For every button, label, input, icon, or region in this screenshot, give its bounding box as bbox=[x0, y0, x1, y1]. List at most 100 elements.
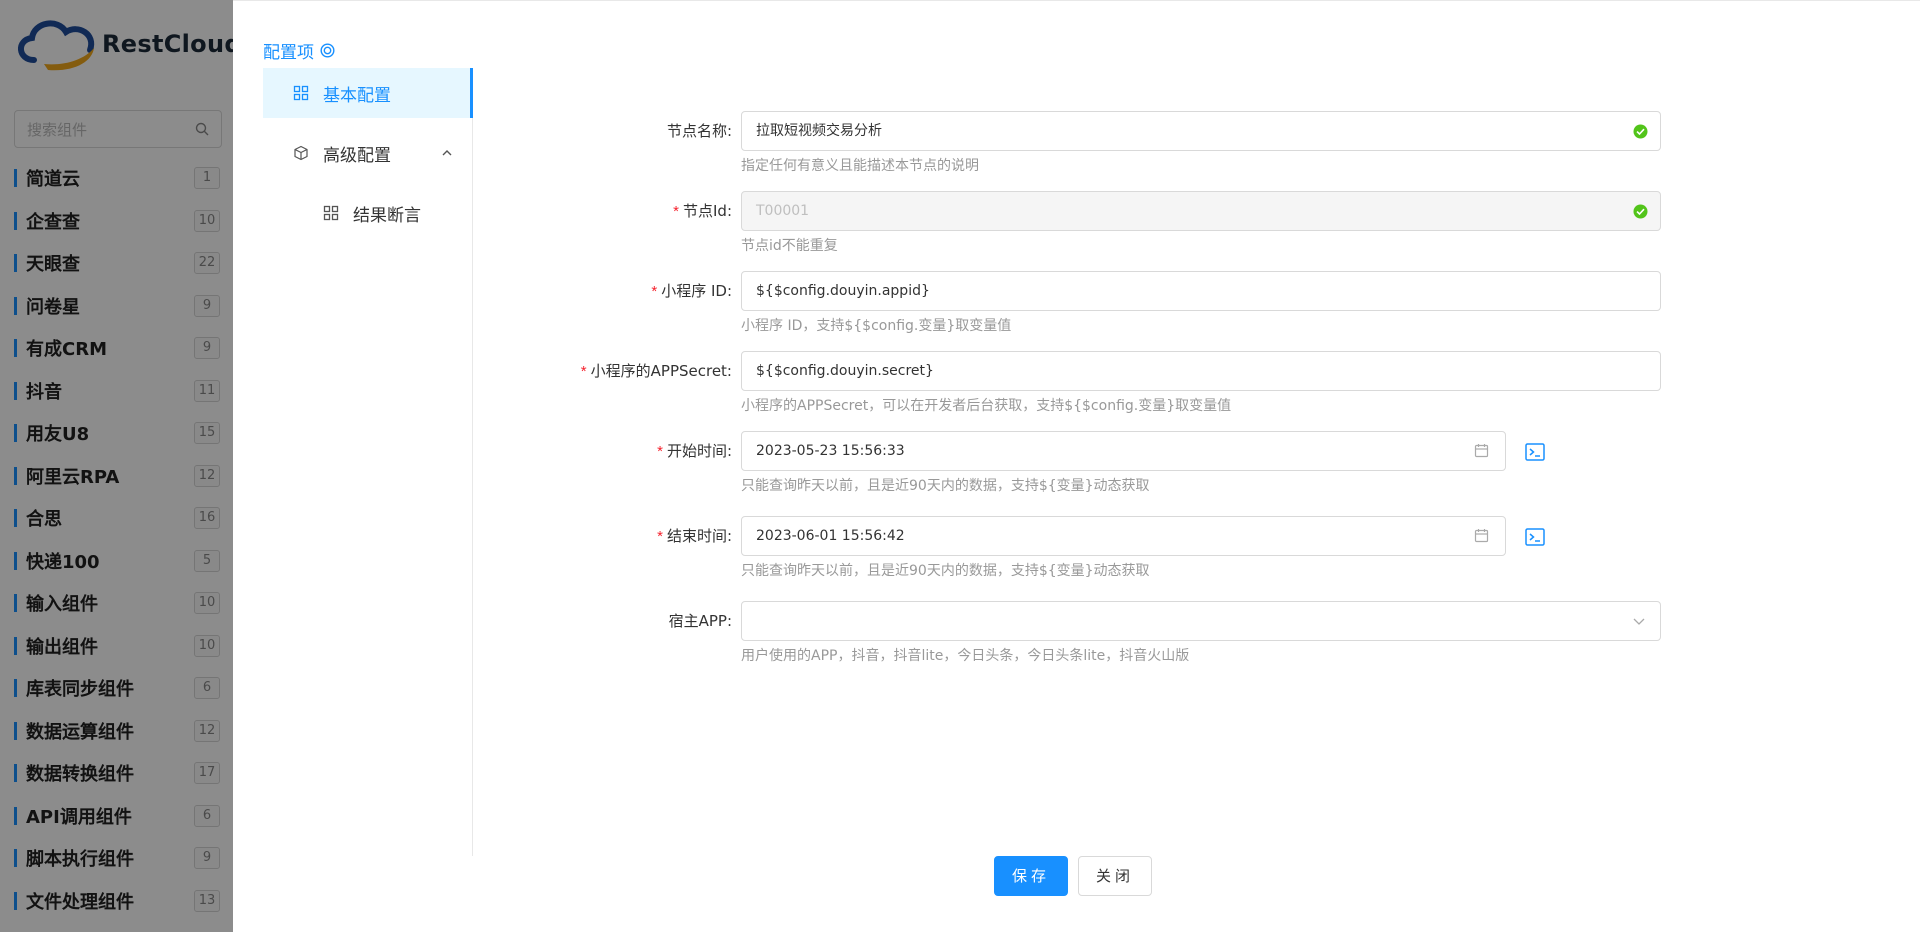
category-item[interactable]: 库表同步组件 6 bbox=[14, 667, 220, 710]
start-time-picker[interactable]: 2023-05-23 15:56:33 bbox=[741, 431, 1506, 471]
category-label: API调用组件 bbox=[26, 806, 132, 828]
node-id-help: 节点id不能重复 bbox=[741, 238, 838, 254]
calendar-icon bbox=[1474, 529, 1489, 543]
grid-icon bbox=[293, 85, 309, 101]
menu-label-advanced: 高级配置 bbox=[323, 145, 391, 166]
config-title-text: 配置项 bbox=[263, 43, 314, 63]
app-secret-input[interactable]: ${$config.douyin.secret} bbox=[741, 351, 1661, 391]
node-name-label: 节点名称: bbox=[666, 122, 732, 140]
close-button[interactable]: 关闭 bbox=[1078, 856, 1152, 896]
category-label: 抖音 bbox=[26, 381, 62, 403]
category-item[interactable]: 简道云 1 bbox=[14, 157, 220, 200]
node-name-input[interactable]: 拉取短视频交易分析 bbox=[741, 111, 1661, 151]
category-item[interactable]: 企查查 10 bbox=[14, 200, 220, 243]
category-item[interactable]: 用友U8 15 bbox=[14, 412, 220, 455]
terminal-icon[interactable] bbox=[1524, 441, 1546, 463]
app-secret-help: 小程序的APPSecret，可以在开发者后台获取，支持${$config.变量}… bbox=[741, 398, 1232, 414]
category-item[interactable]: API调用组件 6 bbox=[14, 795, 220, 838]
category-label: 用友U8 bbox=[26, 424, 90, 446]
host-app-help: 用户使用的APP，抖音，抖音lite，今日头条，今日头条lite，抖音火山版 bbox=[741, 648, 1190, 664]
terminal-icon[interactable] bbox=[1524, 526, 1546, 548]
category-item[interactable]: 脚本执行组件 9 bbox=[14, 837, 220, 880]
component-sidebar: RestCloud 搜索组件 简道云 1 企查查 10 天眼查 22 问卷星 9 有成C… bbox=[0, 0, 233, 932]
config-menu: 基本配置 高级配置 结果断言 bbox=[263, 68, 473, 856]
drawer-top-border bbox=[233, 0, 1920, 1]
app-id-help: 小程序 ID，支持${$config.变量}取变量值 bbox=[741, 318, 1012, 334]
category-item[interactable]: 输入组件 10 bbox=[14, 582, 220, 625]
node-id-label: * 节点Id: bbox=[673, 202, 732, 220]
category-count: 11 bbox=[194, 379, 220, 402]
category-label: 数据转换组件 bbox=[26, 764, 134, 786]
node-id-value: T00001 bbox=[756, 203, 810, 219]
category-count: 9 bbox=[194, 337, 220, 360]
category-item[interactable]: 数据运算组件 12 bbox=[14, 710, 220, 753]
end-time-label: * 结束时间: bbox=[657, 527, 732, 545]
cloud-logo-icon bbox=[18, 20, 95, 71]
category-item[interactable]: 输出组件 10 bbox=[14, 625, 220, 668]
category-item[interactable]: 天眼查 22 bbox=[14, 242, 220, 285]
category-count: 13 bbox=[194, 889, 220, 912]
category-label: 库表同步组件 bbox=[26, 679, 134, 701]
menu-label-basic: 基本配置 bbox=[323, 85, 391, 106]
search-placeholder: 搜索组件 bbox=[27, 120, 88, 139]
category-item[interactable]: 数据转换组件 17 bbox=[14, 752, 220, 795]
category-item[interactable]: 有成CRM 9 bbox=[14, 327, 220, 370]
app-secret-label: * 小程序的APPSecret: bbox=[580, 362, 732, 380]
category-label: 文件处理组件 bbox=[26, 891, 134, 913]
end-time-help: 只能查询昨天以前，且是近90天内的数据，支持${变量}动态获取 bbox=[741, 563, 1150, 579]
host-app-select[interactable] bbox=[741, 601, 1661, 641]
category-count: 6 bbox=[194, 804, 220, 827]
category-label: 有成CRM bbox=[26, 339, 107, 361]
category-label: 数据运算组件 bbox=[26, 721, 134, 743]
menu-item-advanced[interactable]: 高级配置 bbox=[263, 128, 473, 178]
category-count: 10 bbox=[194, 634, 220, 657]
category-label: 问卷星 bbox=[26, 296, 80, 318]
menu-item-assert[interactable]: 结果断言 bbox=[263, 188, 473, 238]
category-label: 天眼查 bbox=[26, 254, 80, 276]
cube-icon bbox=[294, 145, 308, 161]
check-circle-icon bbox=[1633, 204, 1648, 219]
start-time-help: 只能查询昨天以前，且是近90天内的数据，支持${变量}动态获取 bbox=[741, 478, 1150, 494]
category-count: 5 bbox=[194, 549, 220, 572]
node-id-input: T00001 bbox=[741, 191, 1661, 231]
category-count: 1 bbox=[194, 167, 220, 190]
category-item[interactable]: 文件处理组件 13 bbox=[14, 880, 220, 923]
check-circle-icon bbox=[1633, 124, 1648, 139]
category-label: 脚本执行组件 bbox=[26, 849, 134, 871]
category-item[interactable]: 合思 16 bbox=[14, 497, 220, 540]
target-icon bbox=[320, 43, 335, 58]
host-app-label: 宿主APP: bbox=[668, 612, 732, 630]
save-button[interactable]: 保存 bbox=[994, 856, 1068, 896]
chevron-up-icon[interactable] bbox=[441, 147, 453, 159]
category-item[interactable]: 抖音 11 bbox=[14, 370, 220, 413]
category-count: 10 bbox=[194, 209, 220, 232]
app-id-input[interactable]: ${$config.douyin.appid} bbox=[741, 271, 1661, 311]
category-count: 17 bbox=[194, 762, 220, 785]
category-count: 22 bbox=[194, 252, 220, 275]
category-count: 12 bbox=[194, 464, 220, 487]
grid-icon bbox=[323, 205, 339, 221]
category-item[interactable]: 快递100 5 bbox=[14, 540, 220, 583]
category-label: 企查查 bbox=[26, 211, 80, 233]
chevron-down-icon bbox=[1633, 618, 1645, 625]
category-count: 12 bbox=[194, 719, 220, 742]
end-time-picker[interactable]: 2023-06-01 15:56:42 bbox=[741, 516, 1506, 556]
category-count: 6 bbox=[194, 677, 220, 700]
component-search-input[interactable]: 搜索组件 bbox=[14, 110, 222, 148]
category-count: 9 bbox=[194, 847, 220, 870]
category-label: 合思 bbox=[26, 509, 62, 531]
menu-item-basic[interactable]: 基本配置 bbox=[263, 68, 473, 118]
category-label: 输入组件 bbox=[26, 594, 98, 616]
category-count: 9 bbox=[194, 294, 220, 317]
category-label: 阿里云RPA bbox=[26, 466, 120, 488]
category-label: 输出组件 bbox=[26, 636, 98, 658]
end-time-value: 2023-06-01 15:56:42 bbox=[756, 528, 905, 544]
category-item[interactable]: 问卷星 9 bbox=[14, 285, 220, 328]
node-name-help: 指定任何有意义且能描述本节点的说明 bbox=[741, 158, 979, 174]
brand-name: RestCloud bbox=[102, 30, 233, 58]
app-id-value: ${$config.douyin.appid} bbox=[756, 283, 930, 299]
menu-label-assert: 结果断言 bbox=[353, 205, 421, 226]
brand-logo: RestCloud bbox=[14, 14, 233, 74]
category-item[interactable]: 阿里云RPA 12 bbox=[14, 455, 220, 498]
start-time-value: 2023-05-23 15:56:33 bbox=[756, 443, 905, 459]
